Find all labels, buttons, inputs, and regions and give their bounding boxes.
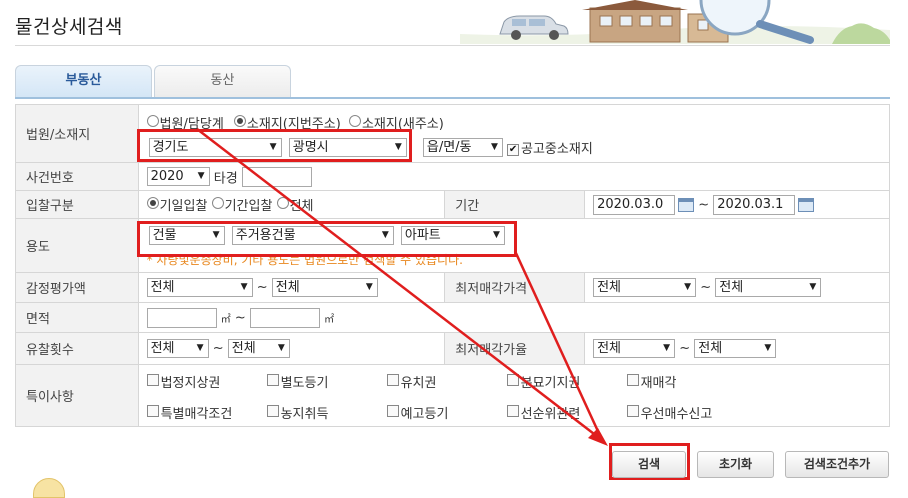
search-button[interactable]: 검색 xyxy=(612,451,686,478)
special-label: 특이사항 xyxy=(15,364,139,427)
case-number-cell: 2020 ▼ 타경 xyxy=(137,162,891,191)
public-location-checkbox[interactable]: ✔ 공고중소재지 xyxy=(507,140,593,157)
appraisal-to-select[interactable]: 전체 ▼ xyxy=(271,278,378,297)
checkbox-icon xyxy=(506,405,519,417)
radio-period-bid[interactable]: 기간입찰 xyxy=(211,197,272,214)
min-rate-to-select[interactable]: 전체 ▼ xyxy=(694,339,777,358)
min-price-to-select[interactable]: 전체 ▼ xyxy=(715,278,822,297)
checkbox-icon xyxy=(266,405,279,417)
reset-button[interactable]: 초기화 xyxy=(697,451,774,478)
checkbox-icon xyxy=(266,374,279,386)
min-rate-label: 최저매각가율 xyxy=(444,332,586,365)
appraisal-label: 감정평가액 xyxy=(15,272,139,303)
radio-icon xyxy=(276,197,289,209)
area-to-input[interactable] xyxy=(249,307,320,328)
tab-underline xyxy=(15,97,890,99)
highlight-usage-box xyxy=(137,221,517,257)
failed-count-from-select[interactable]: 전체 ▼ xyxy=(146,339,209,358)
court-location-label: 법원/소재지 xyxy=(15,104,139,163)
radio-icon xyxy=(146,197,159,209)
period-cell: 2020.03.0 ~ 2020.03.1 xyxy=(584,190,890,219)
area-from-input[interactable] xyxy=(146,307,217,328)
special-checkbox[interactable]: 별도등기 xyxy=(266,372,387,391)
min-price-from-select[interactable]: 전체 ▼ xyxy=(593,278,697,297)
case-number-input[interactable] xyxy=(241,166,312,187)
special-cell: 법정지상권 별도등기 유치권 분묘기지권 재매각 특별매각조건 농지취득 예고등… xyxy=(137,364,891,427)
min-rate-cell: 전체 ▼ ~ 전체 ▼ xyxy=(584,332,890,365)
dropdown-arrow-icon: ▼ xyxy=(197,171,205,181)
failed-count-to-select[interactable]: 전체 ▼ xyxy=(227,339,290,358)
radio-court[interactable]: 법원/담당계 xyxy=(146,114,224,132)
tab-movable-property[interactable]: 동산 xyxy=(154,65,291,97)
dropdown-arrow-icon: ▼ xyxy=(365,282,373,292)
date-to-input[interactable]: 2020.03.1 xyxy=(713,194,796,215)
calendar-icon[interactable] xyxy=(678,197,695,212)
special-checkbox[interactable]: 분묘기지권 xyxy=(506,372,627,391)
dropdown-arrow-icon: ▼ xyxy=(663,343,671,353)
dropdown-arrow-icon: ▼ xyxy=(684,282,692,292)
date-from-input[interactable]: 2020.03.0 xyxy=(593,194,676,215)
title-divider xyxy=(15,45,890,46)
checkbox-icon xyxy=(386,405,399,417)
failed-count-cell: 전체 ▼ ~ 전체 ▼ xyxy=(137,332,446,365)
bid-type-cell: 기일입찰 기간입찰 전체 xyxy=(137,190,446,219)
page-title: 물건상세검색 xyxy=(15,16,123,38)
checkbox-icon xyxy=(506,374,519,386)
special-checkbox[interactable]: 선순위관련 xyxy=(506,403,627,422)
usage-label: 용도 xyxy=(15,218,139,273)
case-type-label: 타경 xyxy=(213,171,238,186)
special-checkbox[interactable]: 농지취득 xyxy=(266,403,387,422)
special-checkbox[interactable]: 유치권 xyxy=(386,372,507,391)
radio-lot-address[interactable]: 소재지(지번주소) xyxy=(233,114,341,132)
case-number-label: 사건번호 xyxy=(15,162,139,191)
checkbox-icon xyxy=(146,374,159,386)
radio-new-address[interactable]: 소재지(새주소) xyxy=(348,114,444,132)
case-year-select[interactable]: 2020 ▼ xyxy=(146,167,210,186)
appraisal-cell: 전체 ▼ ~ 전체 ▼ xyxy=(137,272,446,303)
check-icon: ✔ xyxy=(507,143,520,156)
dropdown-arrow-icon: ▼ xyxy=(809,282,817,292)
dropdown-arrow-icon: ▼ xyxy=(196,343,204,353)
highlight-location-box xyxy=(137,129,412,162)
tab-bar: 부동산 동산 xyxy=(15,65,293,98)
dropdown-arrow-icon: ▼ xyxy=(764,343,772,353)
radio-date-bid[interactable]: 기일입찰 xyxy=(146,197,207,214)
checkbox-icon xyxy=(386,374,399,386)
calendar-icon[interactable] xyxy=(798,197,815,212)
radio-icon xyxy=(211,197,224,209)
area-cell: ㎡ ~ ㎡ xyxy=(137,302,891,333)
special-checkbox[interactable]: 예고등기 xyxy=(386,403,507,422)
town-select[interactable]: 읍/면/동 ▼ xyxy=(422,137,503,157)
min-price-label: 최저매각가격 xyxy=(444,272,586,303)
checkbox-icon xyxy=(626,374,639,386)
bid-type-label: 입찰구분 xyxy=(15,190,139,219)
dropdown-arrow-icon: ▼ xyxy=(240,282,248,292)
special-checkbox[interactable]: 재매각 xyxy=(626,372,747,391)
radio-all-bid[interactable]: 전체 xyxy=(276,197,313,214)
radio-icon xyxy=(146,114,159,127)
checkbox-icon xyxy=(146,405,159,417)
special-checkbox[interactable]: 특별매각조건 xyxy=(146,403,267,422)
min-rate-from-select[interactable]: 전체 ▼ xyxy=(593,339,676,358)
dropdown-arrow-icon: ▼ xyxy=(277,343,285,353)
special-checkbox[interactable]: 우선매수신고 xyxy=(626,403,747,422)
period-label: 기간 xyxy=(444,190,586,219)
info-icon xyxy=(33,478,65,498)
appraisal-from-select[interactable]: 전체 ▼ xyxy=(146,278,253,297)
radio-icon xyxy=(348,114,361,127)
tab-real-estate[interactable]: 부동산 xyxy=(15,65,152,97)
checkbox-icon xyxy=(626,405,639,417)
failed-count-label: 유찰횟수 xyxy=(15,332,139,365)
add-condition-button[interactable]: 검색조건추가 xyxy=(785,451,889,478)
special-checkbox[interactable]: 법정지상권 xyxy=(146,372,267,391)
dropdown-arrow-icon: ▼ xyxy=(490,141,498,152)
radio-icon xyxy=(233,114,246,127)
banner-illustration xyxy=(460,0,890,44)
min-price-cell: 전체 ▼ ~ 전체 ▼ xyxy=(584,272,890,303)
area-label: 면적 xyxy=(15,302,139,333)
